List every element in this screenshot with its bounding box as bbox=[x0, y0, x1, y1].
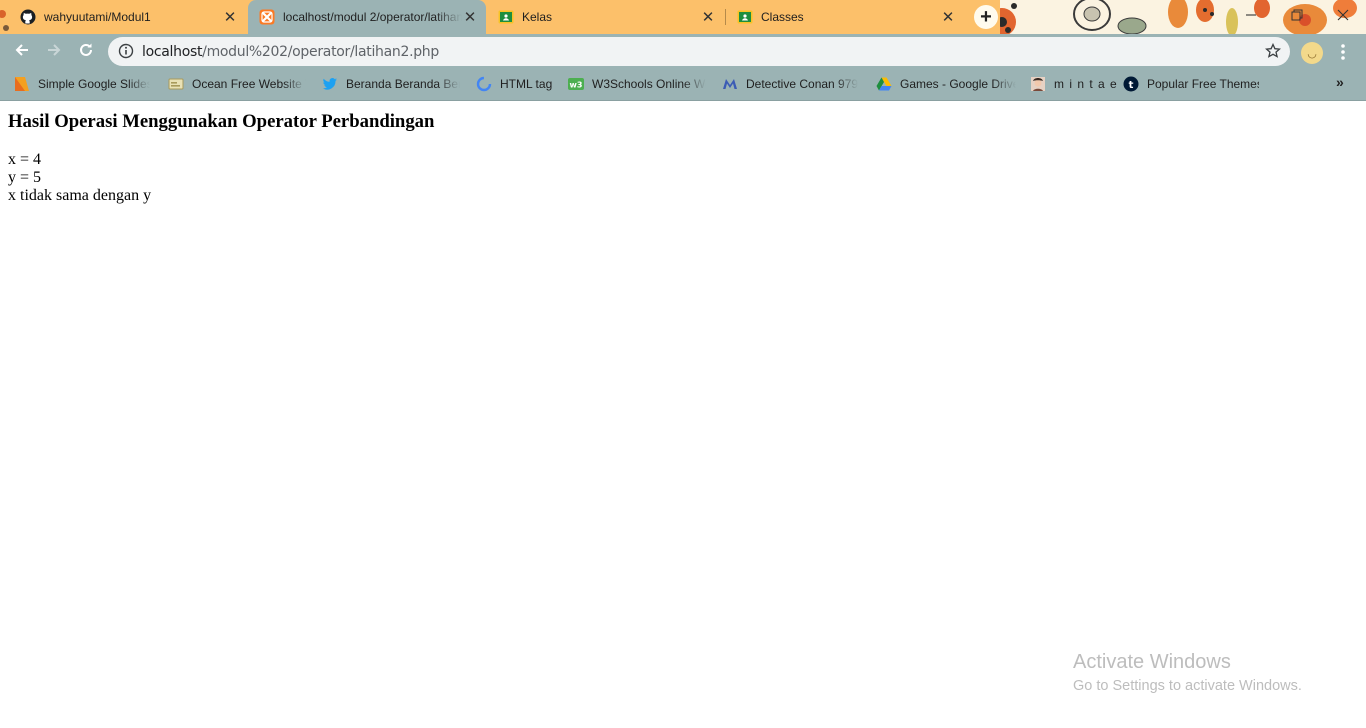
tab-title: localhost/modul 2/operator/latihan2.php bbox=[283, 10, 462, 24]
svg-text:w3: w3 bbox=[570, 81, 583, 90]
restore-icon bbox=[1291, 9, 1303, 21]
watermark-title: Activate Windows bbox=[1073, 651, 1231, 673]
bookmark-mintae[interactable]: m i n t a e bbox=[1030, 75, 1118, 93]
bookmark-label: m i n t a e bbox=[1054, 77, 1118, 91]
bookmark-label: HTML tag bbox=[500, 77, 553, 91]
tumblr-icon: t bbox=[1123, 76, 1139, 92]
page-heading: Hasil Operasi Menggunakan Operator Perba… bbox=[8, 111, 435, 132]
avatar-bookmark-icon bbox=[1031, 77, 1045, 91]
close-icon[interactable]: ✕ bbox=[462, 9, 478, 25]
tab-title: Classes bbox=[761, 10, 804, 24]
google-classroom-icon bbox=[737, 10, 753, 24]
w3schools-icon: w3 bbox=[568, 78, 584, 90]
forward-button[interactable] bbox=[40, 36, 68, 64]
bookmark-star-icon[interactable] bbox=[1265, 43, 1281, 59]
bookmark-detective-conan[interactable]: Detective Conan 979 bbox=[722, 75, 858, 93]
browser-toolbar: localhost/modul%202/operator/latihan2.ph… bbox=[0, 34, 1366, 70]
tab-kelas[interactable]: Kelas ✕ bbox=[486, 0, 724, 34]
svg-text:t: t bbox=[1129, 80, 1134, 91]
bookmark-w3schools[interactable]: w3 W3Schools Online Web bbox=[568, 75, 706, 93]
address-bar[interactable]: localhost/modul%202/operator/latihan2.ph… bbox=[108, 37, 1290, 66]
bookmarks-bar: Simple Google Slides Ocean Free Website … bbox=[0, 67, 1366, 101]
info-icon[interactable] bbox=[118, 43, 134, 59]
bookmark-label: W3Schools Online Web bbox=[592, 77, 706, 91]
bookmark-popular-themes[interactable]: t Popular Free Themes bbox=[1123, 75, 1259, 93]
bookmark-label: Simple Google Slides bbox=[38, 77, 150, 91]
reload-button[interactable] bbox=[72, 36, 100, 64]
twitter-icon bbox=[322, 78, 337, 90]
bookmark-simple-google-slides[interactable]: Simple Google Slides bbox=[14, 75, 150, 93]
bookmark-games-drive[interactable]: Games - Google Drive bbox=[876, 75, 1016, 93]
minimize-button[interactable] bbox=[1228, 0, 1274, 30]
result-line-y: y = 5 bbox=[8, 169, 42, 186]
arrow-left-icon bbox=[15, 44, 28, 56]
more-vertical-icon[interactable] bbox=[1334, 41, 1352, 63]
page-content: Hasil Operasi Menggunakan Operator Perba… bbox=[0, 102, 1366, 728]
tab-strip: wahyuutami/Modul1 ✕ localhost/modul 2/op… bbox=[0, 0, 1366, 34]
bookmark-beranda[interactable]: Beranda Beranda Beranda bbox=[322, 75, 460, 93]
url-host: localhost bbox=[142, 44, 203, 60]
bookmark-html-tag[interactable]: HTML tag bbox=[476, 75, 552, 93]
bookmark-label: Ocean Free Website Template bbox=[192, 77, 306, 91]
arrow-right-icon bbox=[48, 44, 61, 56]
google-classroom-icon bbox=[498, 10, 514, 24]
bookmark-ocean-template[interactable]: Ocean Free Website Template bbox=[168, 75, 306, 93]
spinner-bookmark-icon bbox=[476, 76, 492, 92]
m-bookmark-icon bbox=[723, 79, 737, 89]
slides-bookmark-icon bbox=[15, 77, 29, 91]
result-line-comparison: x tidak sama dengan y bbox=[8, 187, 152, 204]
xampp-icon bbox=[259, 9, 275, 25]
tab-github[interactable]: wahyuutami/Modul1 ✕ bbox=[0, 0, 246, 34]
close-window-icon bbox=[1337, 9, 1349, 21]
close-icon[interactable]: ✕ bbox=[222, 9, 238, 25]
close-icon[interactable]: ✕ bbox=[700, 9, 716, 25]
bookmark-label: Popular Free Themes bbox=[1147, 77, 1259, 91]
bookmark-label: Games - Google Drive bbox=[900, 77, 1016, 91]
result-line-x: x = 4 bbox=[8, 151, 42, 168]
tab-latihan2[interactable]: localhost/modul 2/operator/latihan2.php … bbox=[248, 0, 486, 34]
profile-avatar[interactable]: ◡ bbox=[1301, 42, 1323, 64]
bookmark-label: Beranda Beranda Beranda bbox=[346, 77, 460, 91]
url-path: /modul%202/operator/latihan2.php bbox=[202, 44, 439, 60]
restore-button[interactable] bbox=[1274, 0, 1320, 30]
template-bookmark-icon bbox=[168, 78, 184, 90]
bookmark-label: Detective Conan 979 bbox=[746, 77, 858, 91]
tab-title: wahyuutami/Modul1 bbox=[44, 10, 151, 24]
github-icon bbox=[20, 9, 36, 25]
minimize-icon bbox=[1246, 14, 1256, 16]
google-drive-icon bbox=[876, 77, 892, 91]
close-icon[interactable]: ✕ bbox=[940, 9, 956, 25]
url-text[interactable]: localhost/modul%202/operator/latihan2.ph… bbox=[142, 44, 439, 60]
reload-icon bbox=[80, 43, 92, 56]
close-window-button[interactable] bbox=[1320, 0, 1366, 30]
tab-classes[interactable]: Classes ✕ bbox=[726, 0, 964, 34]
activate-windows-watermark: Activate Windows Go to Settings to activ… bbox=[1073, 651, 1302, 694]
watermark-subtitle: Go to Settings to activate Windows. bbox=[1073, 678, 1302, 694]
back-button[interactable] bbox=[8, 36, 36, 64]
tab-title: Kelas bbox=[522, 10, 553, 24]
plus-icon: + bbox=[974, 5, 998, 29]
more-bookmarks-chevron-icon[interactable]: » bbox=[1336, 74, 1344, 90]
new-tab-button[interactable]: + bbox=[972, 4, 1000, 30]
